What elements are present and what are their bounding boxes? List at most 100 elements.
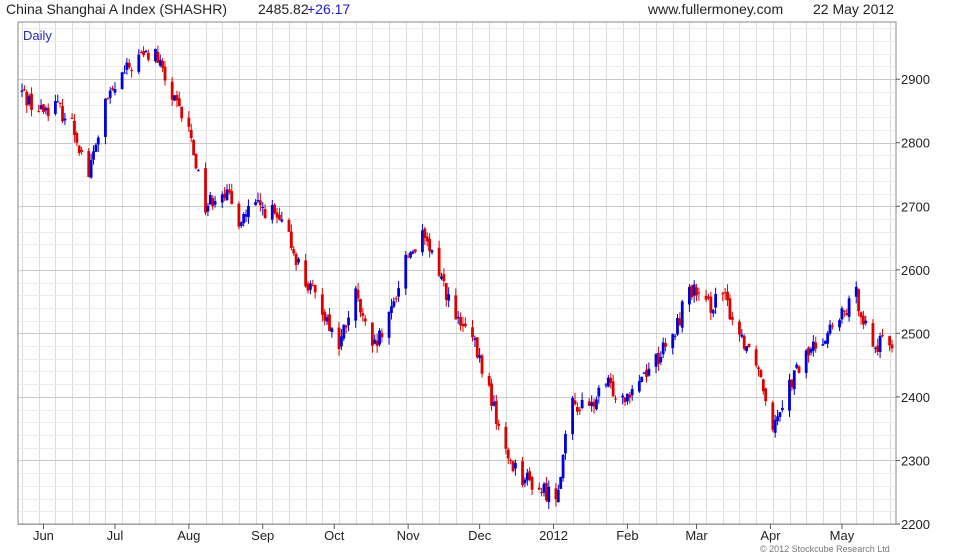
candle-body [342,324,346,339]
candle-body [390,306,393,313]
candle-body [704,295,708,300]
candle-body [454,295,458,320]
candle-body [494,400,498,425]
candle-body [292,249,296,254]
candlestick-chart: Daily 2200 2300 2400 2500 2600 2700 2800 2900 J… [17,21,930,543]
candle-body [80,149,83,152]
candle-body [397,288,401,297]
candle-body [604,384,608,386]
candle-body [163,66,167,81]
candle-body [30,93,33,110]
candle-body [480,355,484,374]
candle-body [108,90,112,98]
candle-body [339,336,343,347]
candle-body [409,252,412,258]
candle-body [859,312,863,318]
candle-body [487,376,491,386]
candle-body [864,320,868,324]
candle-body [137,54,141,72]
candle-body [611,381,615,397]
candle-body [690,285,694,298]
candle-body [180,106,184,119]
candle-body [509,459,513,461]
candle-body [738,321,741,335]
candle-body [559,476,563,489]
candle-body [471,327,474,338]
candle-body [359,298,362,313]
candle-body [590,402,594,406]
candle-body [807,347,810,356]
x-tick-label: Nov [397,528,421,543]
candle-body [676,317,679,335]
candle-body [747,343,751,347]
candle-body [890,344,894,349]
candle-body [146,52,150,60]
candle-body [828,324,832,334]
candle-body [878,335,882,353]
candle-body [678,318,682,326]
candle-body [361,312,365,316]
y-tick-label: 2300 [901,453,930,468]
candle-body [606,377,610,387]
candle-body [664,343,667,347]
candle-body [347,317,350,326]
x-tick-label: Dec [468,528,492,543]
candle-body [630,389,634,396]
candle-body [440,276,443,279]
candle-body [723,292,727,294]
candle-body [394,298,398,300]
candle-body [428,238,431,252]
candle-body [456,316,460,318]
candle-body [254,202,257,205]
y-tick-label: 2500 [901,326,930,341]
candle-body [142,51,145,56]
candle-body [77,145,81,154]
candle-body [380,333,384,338]
x-tick-label: May [830,528,855,543]
candle-body [70,117,74,119]
candle-body [728,298,732,320]
candle-body [561,454,565,479]
candle-body [363,318,367,322]
candle-body [144,50,148,53]
candle-body [320,294,324,315]
candle-body [647,368,651,376]
candle-body [273,204,277,214]
candle-body [726,291,729,301]
candle-body [661,342,665,355]
y-tick-label: 2400 [901,390,930,405]
candle-body [220,194,224,203]
candle-body [871,323,875,347]
candle-body [239,222,243,226]
candle-body [325,317,329,322]
candle-body [309,283,312,290]
candle-body [92,151,95,160]
candle-body [94,144,98,152]
candle-body [242,214,246,224]
candle-body [311,284,315,286]
candle-body [838,320,841,328]
candle-body [840,308,844,320]
candle-body [223,193,227,198]
candle-body [771,402,775,430]
candle-body [554,488,558,500]
candle-body [556,489,560,503]
candle-body [692,284,696,296]
candle-body [442,274,446,282]
y-tick-label: 2800 [901,136,930,151]
candle-body [804,350,808,373]
candle-body [797,366,801,373]
candle-body [56,101,60,103]
x-tick-label: Sep [251,528,274,543]
candle-body [759,369,763,378]
candle-body [861,315,865,325]
candle-body [654,354,658,367]
candle-body [392,301,396,307]
candle-body [459,317,462,326]
candle-body [795,364,799,368]
candle-body [447,294,451,301]
candle-body [564,433,567,454]
candle-body [873,347,877,349]
candle-body [354,288,358,321]
candle-body [521,461,524,486]
